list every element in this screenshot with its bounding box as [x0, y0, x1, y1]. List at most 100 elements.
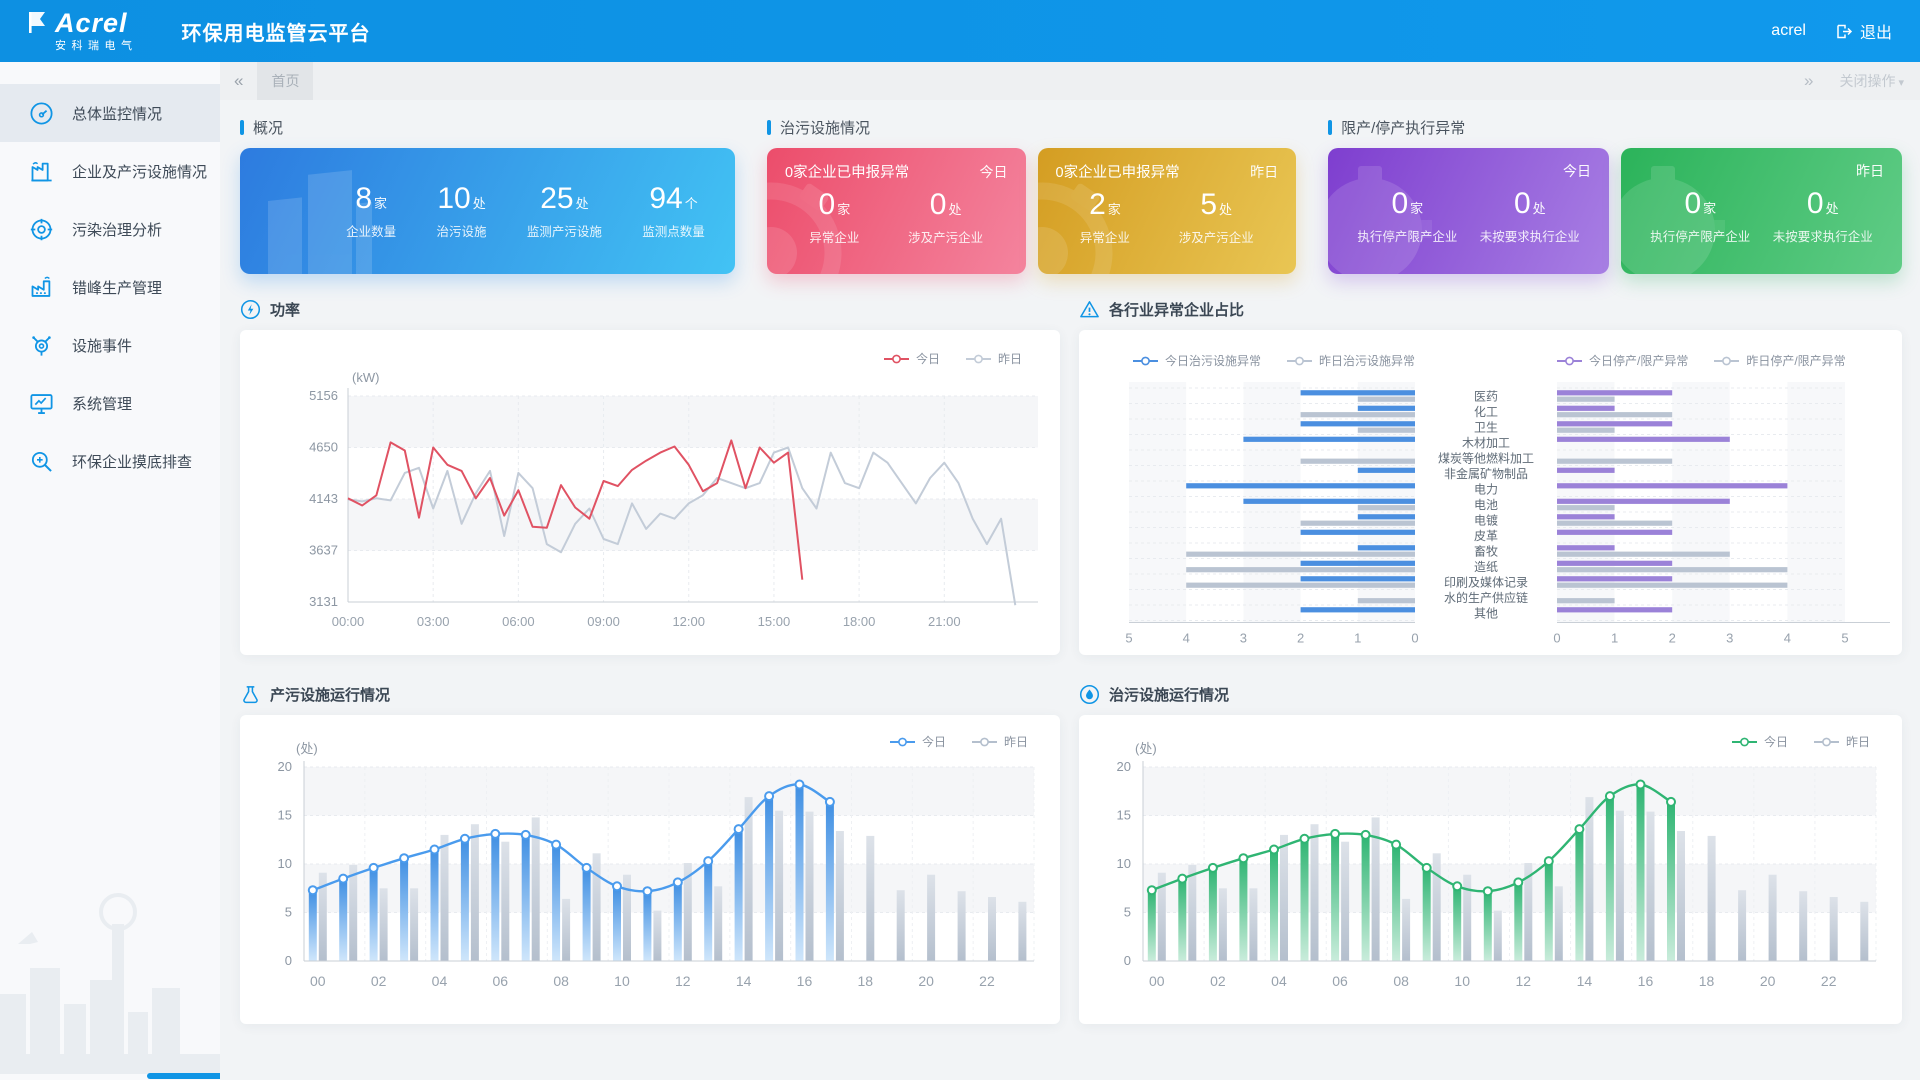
- legend-item[interactable]: 昨日: [966, 350, 1022, 367]
- svg-text:3637: 3637: [309, 543, 338, 558]
- legend-marker-icon: [890, 737, 916, 747]
- svg-text:非金属矿物制品: 非金属矿物制品: [1444, 466, 1528, 481]
- sidebar-item-peak-production[interactable]: 错峰生产管理: [0, 258, 220, 316]
- legend-label: 今日: [916, 350, 940, 367]
- svg-text:10: 10: [278, 856, 292, 871]
- industry-chart-section: 各行业异常企业占比 今日治污设施异常昨日治污设施异常 今日停产/限产异常昨日停产…: [1079, 294, 1902, 655]
- scroll-tabs-right-button[interactable]: »: [1782, 71, 1835, 91]
- stat-label: 执行停产限产企业: [1357, 226, 1457, 245]
- sidebar-nav: 总体监控情况企业及产污设施情况污染治理分析错峰生产管理设施事件系统管理环保企业摸…: [0, 62, 220, 1080]
- stat-value: 10: [437, 182, 470, 215]
- stat-unit: 处: [576, 196, 589, 211]
- stat-label: 企业数量: [346, 221, 396, 240]
- legend-label: 今日治污设施异常: [1165, 352, 1261, 369]
- limit-status-card-today: 今日0家执行停产限产企业0处未按要求执行企业: [1328, 148, 1609, 274]
- svg-text:02: 02: [371, 973, 387, 989]
- sidebar-item-system-management[interactable]: 系统管理: [0, 374, 220, 432]
- legend-item[interactable]: 昨日: [972, 733, 1028, 750]
- svg-text:18:00: 18:00: [843, 614, 876, 629]
- legend-item[interactable]: 今日: [1732, 733, 1788, 750]
- svg-text:4650: 4650: [309, 439, 338, 454]
- stat-value: 5: [1200, 188, 1217, 221]
- production-chart-legend: 今日 昨日: [890, 733, 1028, 750]
- logout-button[interactable]: 退出: [1836, 19, 1892, 43]
- legend-item[interactable]: 今日停产/限产异常: [1557, 352, 1688, 369]
- stat-unit: 家: [1410, 201, 1423, 216]
- legend-marker-icon: [1714, 356, 1740, 366]
- stat-label: 监测产污设施: [527, 221, 602, 240]
- svg-text:木材加工: 木材加工: [1462, 436, 1510, 450]
- legend-label: 今日: [1764, 733, 1788, 750]
- svg-text:06: 06: [493, 973, 509, 989]
- legend-label: 昨日: [1004, 733, 1028, 750]
- legend-item[interactable]: 今日: [890, 733, 946, 750]
- peak-icon: [28, 274, 55, 301]
- card-headline: 0家企业已申报异常: [785, 161, 909, 182]
- tab-home[interactable]: 首页: [257, 62, 313, 100]
- stat-label: 涉及产污企业: [908, 227, 983, 246]
- svg-text:2: 2: [1669, 631, 1676, 646]
- svg-text:3: 3: [1240, 631, 1247, 646]
- svg-text:10: 10: [614, 973, 630, 989]
- sidebar-item-overall-monitor[interactable]: 总体监控情况: [0, 84, 220, 142]
- sidebar-item-pollution-analysis[interactable]: 污染治理分析: [0, 200, 220, 258]
- svg-text:1: 1: [1611, 631, 1618, 646]
- section-accent-bar: [767, 120, 771, 135]
- stat-value: 0: [930, 188, 947, 221]
- stat-label: 未按要求执行企业: [1773, 226, 1873, 245]
- stat: 0家执行停产限产企业: [1650, 187, 1750, 245]
- production-chart-panel: 今日昨日 05101520(处)000204060810121416182022: [240, 715, 1060, 1024]
- sidebar-item-facility-events[interactable]: 设施事件: [0, 316, 220, 374]
- svg-text:5: 5: [1125, 631, 1132, 646]
- power-chart-legend: 今日 昨日: [884, 350, 1022, 367]
- svg-text:20: 20: [918, 973, 934, 989]
- svg-text:3131: 3131: [309, 594, 338, 609]
- treatment-bar-chart: 05101520(处)000204060810121416182022: [1079, 715, 1902, 1024]
- factory-icon: [28, 158, 55, 185]
- logout-icon: [1836, 23, 1853, 40]
- svg-text:4: 4: [1784, 631, 1791, 646]
- sidebar-item-enterprise-facilities[interactable]: 企业及产污设施情况: [0, 142, 220, 200]
- svg-text:14: 14: [736, 973, 752, 989]
- stat-unit: 处: [948, 202, 961, 217]
- svg-text:电池: 电池: [1474, 498, 1498, 512]
- legend-marker-icon: [1287, 356, 1313, 366]
- svg-text:造纸: 造纸: [1474, 560, 1498, 574]
- legend-item[interactable]: 昨日停产/限产异常: [1714, 352, 1845, 369]
- gauge-icon: [28, 100, 55, 127]
- treatment-status-title: 治污设施情况: [780, 117, 870, 138]
- stat-unit: 处: [1219, 202, 1232, 217]
- stat: 5处涉及产污企业: [1179, 188, 1254, 246]
- scroll-tabs-left-button[interactable]: «: [220, 71, 257, 91]
- stat-label: 监测点数量: [642, 221, 705, 240]
- legend-item[interactable]: 昨日治污设施异常: [1287, 352, 1415, 369]
- limit-status-title: 限产/停产执行异常: [1341, 117, 1465, 138]
- svg-text:20: 20: [278, 759, 292, 774]
- sidebar-item-enterprise-inspection[interactable]: 环保企业摸底排查: [0, 432, 220, 490]
- username[interactable]: acrel: [1771, 22, 1806, 40]
- treatment-chart-section: 治污设施运行情况 今日昨日 05101520(处)000204060810121…: [1079, 679, 1902, 1024]
- legend-marker-icon: [966, 354, 992, 364]
- stat-value: 0: [819, 188, 836, 221]
- svg-text:5: 5: [285, 905, 292, 920]
- close-operations-dropdown[interactable]: 关闭操作▾: [1839, 71, 1904, 91]
- horizontal-scrollbar-thumb[interactable]: [147, 1073, 220, 1079]
- svg-text:5: 5: [1124, 905, 1131, 920]
- svg-text:10: 10: [1454, 973, 1470, 989]
- legend-marker-icon: [1557, 356, 1583, 366]
- legend-item[interactable]: 今日: [884, 350, 940, 367]
- svg-text:(kW): (kW): [352, 370, 379, 385]
- stat-value: 0: [1807, 187, 1824, 220]
- legend-item[interactable]: 今日治污设施异常: [1133, 352, 1261, 369]
- industry-treatment-legend: 今日治污设施异常 昨日治污设施异常: [1133, 352, 1415, 369]
- svg-text:15: 15: [278, 808, 292, 823]
- chevron-down-icon: ▾: [1898, 77, 1904, 89]
- device-icon: [28, 332, 55, 359]
- water-drop-icon: [1079, 684, 1100, 705]
- legend-item[interactable]: 昨日: [1814, 733, 1870, 750]
- svg-text:2: 2: [1297, 631, 1304, 646]
- svg-text:皮革: 皮革: [1474, 529, 1498, 543]
- svg-text:14: 14: [1577, 973, 1593, 989]
- svg-text:22: 22: [979, 973, 995, 989]
- power-chart-panel: 今日昨日 00:0003:0006:0009:0012:0015:0018:00…: [240, 330, 1060, 655]
